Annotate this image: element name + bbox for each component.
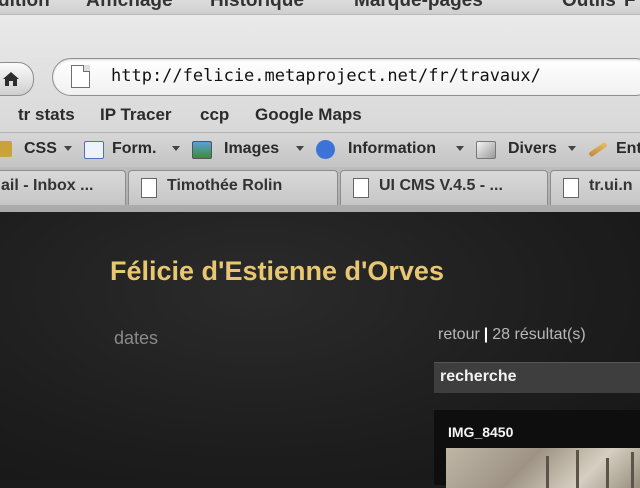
- dates-filter[interactable]: dates: [114, 328, 158, 349]
- results-count: 28 résultat(s): [492, 326, 586, 343]
- divers-icon: [476, 141, 496, 159]
- page-icon: [71, 65, 90, 88]
- devbar-forms[interactable]: Form.: [84, 139, 184, 161]
- chevron-down-icon: [568, 146, 576, 151]
- devbar-information[interactable]: Information: [316, 139, 468, 161]
- thumbnail-image[interactable]: [446, 448, 640, 488]
- page-title: Félicie d'Estienne d'Orves: [110, 256, 444, 286]
- chevron-down-icon: [64, 146, 72, 151]
- bookmarks-toolbar: tr stats IP Tracer ccp Google Maps: [0, 100, 640, 130]
- home-button[interactable]: [0, 62, 34, 96]
- menu-edit[interactable]: dition: [0, 0, 50, 12]
- search-label: recherche: [440, 368, 517, 385]
- menu-history[interactable]: Historique: [210, 0, 304, 12]
- information-icon: [316, 140, 335, 159]
- page-icon: [141, 178, 157, 198]
- tab-bar: ail - Inbox ... Timothée Rolin UI CMS V.…: [0, 167, 640, 212]
- results-bar: retour | 28 résultat(s): [438, 326, 586, 344]
- menu-view[interactable]: Affichage: [86, 0, 173, 12]
- bookmark-ccp[interactable]: ccp: [200, 105, 229, 125]
- tab-ui-cms[interactable]: UI CMS V.4.5 - ...: [340, 170, 548, 205]
- browser-chrome: dition Affichage Historique Marque-pages…: [0, 0, 640, 212]
- separator: |: [483, 326, 489, 343]
- thumbnail-card[interactable]: IMG_8450: [434, 410, 640, 488]
- navigation-toolbar: http://felicie.metaproject.net/fr/travau…: [0, 44, 640, 100]
- url-text[interactable]: http://felicie.metaproject.net/fr/travau…: [111, 66, 541, 86]
- thumbnail-title[interactable]: IMG_8450: [448, 424, 513, 440]
- bookmark-ip-tracer[interactable]: IP Tracer: [100, 105, 172, 125]
- chevron-down-icon: [172, 146, 180, 151]
- menu-tools[interactable]: Outils: [562, 0, 616, 12]
- home-icon: [3, 72, 19, 86]
- menu-window[interactable]: F: [624, 0, 636, 12]
- web-developer-toolbar: CSS Form. Images Information Divers Ent: [0, 132, 640, 168]
- devbar-css[interactable]: CSS: [0, 139, 80, 161]
- tab-tr-ui[interactable]: tr.ui.n: [550, 170, 640, 205]
- menu-bookmarks[interactable]: Marque-pages: [354, 0, 483, 12]
- search-field[interactable]: recherche: [434, 362, 640, 393]
- tab-inbox[interactable]: ail - Inbox ...: [0, 170, 126, 205]
- chevron-down-icon: [456, 146, 464, 151]
- images-icon: [192, 141, 212, 159]
- back-link[interactable]: retour: [438, 326, 480, 343]
- form-icon: [84, 141, 104, 159]
- devbar-more[interactable]: Ent: [588, 139, 640, 161]
- devbar-images[interactable]: Images: [192, 139, 310, 161]
- css-icon: [0, 141, 12, 157]
- page-icon: [563, 178, 579, 198]
- bookmark-tr-stats[interactable]: tr stats: [18, 105, 75, 125]
- brush-icon: [588, 141, 608, 158]
- menu-bar: dition Affichage Historique Marque-pages…: [0, 0, 640, 15]
- bookmark-google-maps[interactable]: Google Maps: [255, 105, 362, 125]
- tab-timothee-rolin[interactable]: Timothée Rolin: [128, 170, 338, 205]
- chevron-down-icon: [296, 146, 304, 151]
- page-icon: [353, 178, 369, 198]
- devbar-misc[interactable]: Divers: [476, 139, 580, 161]
- address-bar[interactable]: http://felicie.metaproject.net/fr/travau…: [52, 58, 640, 96]
- page-content: Félicie d'Estienne d'Orves dates retour |…: [0, 212, 640, 488]
